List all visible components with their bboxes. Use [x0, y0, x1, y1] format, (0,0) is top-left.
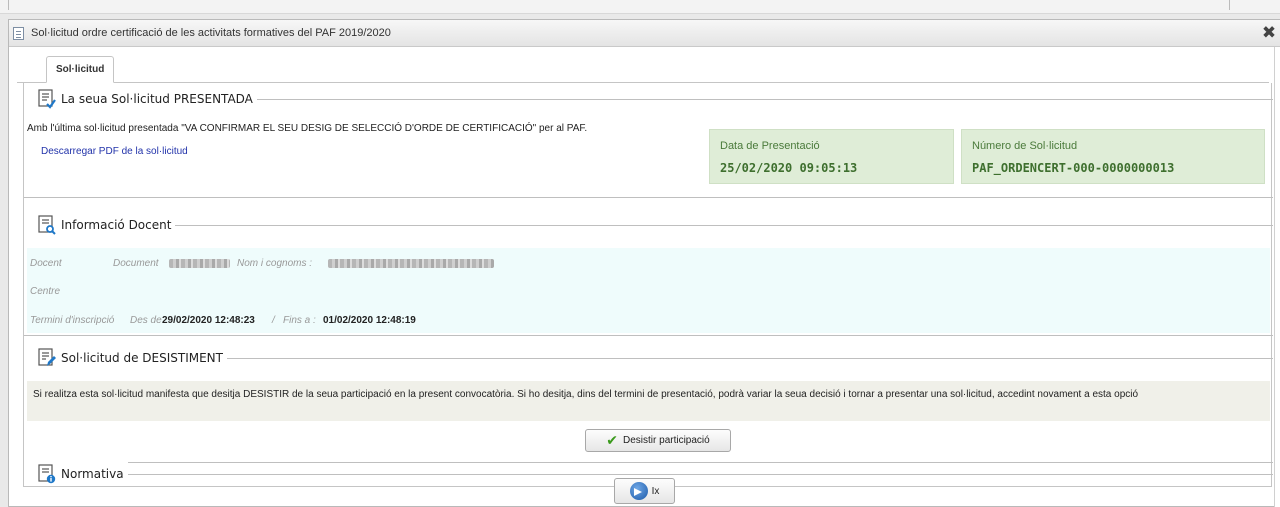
exit-button[interactable]: Ix: [614, 478, 675, 504]
registration-period-label: Termini d'inscripció: [30, 315, 115, 326]
document-edit-icon: [38, 348, 56, 368]
teacher-info-section: Informació Docent Docent Document Nom i …: [24, 213, 1273, 336]
withdrawal-section: Sol·licitud de DESISTIMENT Si realitza e…: [24, 346, 1273, 463]
withdrawal-text: Si realitza esta sol·licitud manifesta q…: [33, 389, 1139, 400]
presentation-date-value: 25/02/2020 09:05:13: [720, 161, 858, 175]
download-pdf-link[interactable]: Descarregar PDF de la sol·licitud: [41, 146, 188, 157]
regulations-legend[interactable]: Normativa: [24, 462, 128, 486]
request-number-box: Número de Sol·licitud PAF_ORDENCERT-000-…: [961, 129, 1265, 184]
presented-message: Amb l'última sol·licitud presentada "VA …: [27, 123, 588, 134]
tab-bar: Sol·licitud: [17, 56, 1269, 83]
withdraw-button-label: Desistir participació: [623, 435, 710, 446]
document-label: Document: [113, 258, 159, 269]
request-number-value: PAF_ORDENCERT-000-0000000013: [972, 161, 1175, 175]
dialog-title: Sol·licitud ordre certificació de les ac…: [31, 27, 391, 39]
presentation-date-box: Data de Presentació 25/02/2020 09:05:13: [709, 129, 954, 184]
teacher-info-box: Docent Document Nom i cognoms : Centre T…: [27, 248, 1270, 333]
regulations-legend-text: Normativa: [61, 467, 124, 481]
background-tick: [1229, 0, 1230, 10]
document-check-icon: [38, 89, 56, 109]
tab-solicitud[interactable]: Sol·licitud: [46, 56, 115, 83]
check-icon: ✔: [606, 432, 619, 449]
withdrawal-info-box: Si realitza esta sol·licitud manifesta q…: [27, 381, 1270, 421]
centre-label: Centre: [30, 286, 61, 297]
request-number-label: Número de Sol·licitud: [972, 140, 1078, 152]
dialog-titlebar[interactable]: Sol·licitud ordre certificació de les ac…: [9, 20, 1280, 47]
close-icon[interactable]: ✖: [1260, 24, 1278, 42]
withdrawal-legend: Sol·licitud de DESISTIMENT: [24, 346, 227, 370]
document-icon: [13, 27, 24, 40]
arrow-right-icon: [629, 482, 648, 500]
document-search-icon: [38, 215, 56, 235]
full-name-label: Nom i cognoms :: [237, 258, 313, 269]
document-value-redacted: [169, 259, 230, 268]
period-separator: /: [272, 315, 275, 326]
full-name-value-redacted: [328, 259, 494, 268]
scrollbar-edge: [1274, 47, 1280, 507]
background-tick: [8, 0, 9, 10]
teacher-info-legend-text: Informació Docent: [61, 218, 172, 232]
presented-legend: La seua Sol·licitud PRESENTADA: [24, 87, 257, 111]
exit-button-label: Ix: [651, 485, 660, 497]
docent-label: Docent: [30, 258, 62, 269]
tab-panel: La seua Sol·licitud PRESENTADA Amb l'últ…: [23, 83, 1273, 487]
presented-legend-text: La seua Sol·licitud PRESENTADA: [61, 92, 253, 106]
dialog-window: Sol·licitud ordre certificació de les ac…: [8, 19, 1280, 507]
to-value: 01/02/2020 12:48:19: [323, 315, 416, 326]
withdraw-button[interactable]: ✔ Desistir participació: [585, 429, 731, 452]
presentation-date-label: Data de Presentació: [720, 140, 820, 152]
document-info-icon: [38, 464, 56, 484]
withdrawal-legend-text: Sol·licitud de DESISTIMENT: [61, 351, 223, 365]
presented-section: La seua Sol·licitud PRESENTADA Amb l'últ…: [24, 87, 1273, 198]
teacher-info-legend: Informació Docent: [24, 213, 176, 237]
to-label: Fins a :: [283, 315, 316, 326]
background-strip: [0, 0, 1280, 14]
from-value: 29/02/2020 12:48:23: [162, 315, 255, 326]
